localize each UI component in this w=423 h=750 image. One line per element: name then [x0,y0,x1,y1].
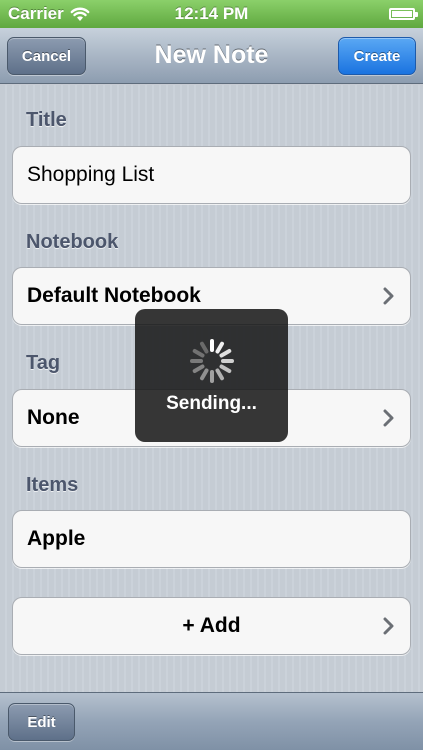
notebook-section-label: Notebook [26,231,119,253]
wifi-icon [70,7,90,21]
list-item[interactable]: Apple [12,510,411,568]
tag-section-label: Tag [26,352,61,374]
sending-hud: Sending... [135,309,288,442]
status-left: Carrier [8,4,90,24]
cancel-button[interactable]: Cancel [7,37,86,75]
chevron-right-icon [383,617,394,635]
title-field[interactable]: Shopping List [12,146,411,204]
bottom-toolbar: Edit [0,692,423,750]
add-item-button[interactable]: + Add [12,597,411,655]
create-button[interactable]: Create [338,37,416,75]
item-label: Apple [27,527,86,550]
page-title: New Note [154,41,269,69]
spinner-icon [189,339,234,383]
sending-label: Sending... [166,393,257,414]
navigation-bar: Cancel New Note Create [0,28,423,84]
edit-button[interactable]: Edit [8,703,75,741]
title-field-value: Shopping List [27,163,155,186]
carrier-label: Carrier [8,4,64,23]
tag-value: None [27,406,80,429]
title-section-label: Title [26,109,67,131]
chevron-right-icon [383,409,394,427]
notebook-value: Default Notebook [27,284,201,307]
chevron-right-icon [383,287,394,305]
items-section-label: Items [26,474,79,496]
add-item-label: + Add [182,614,241,637]
status-bar: Carrier 12:14 PM [0,0,423,28]
battery-full-icon [389,8,418,20]
